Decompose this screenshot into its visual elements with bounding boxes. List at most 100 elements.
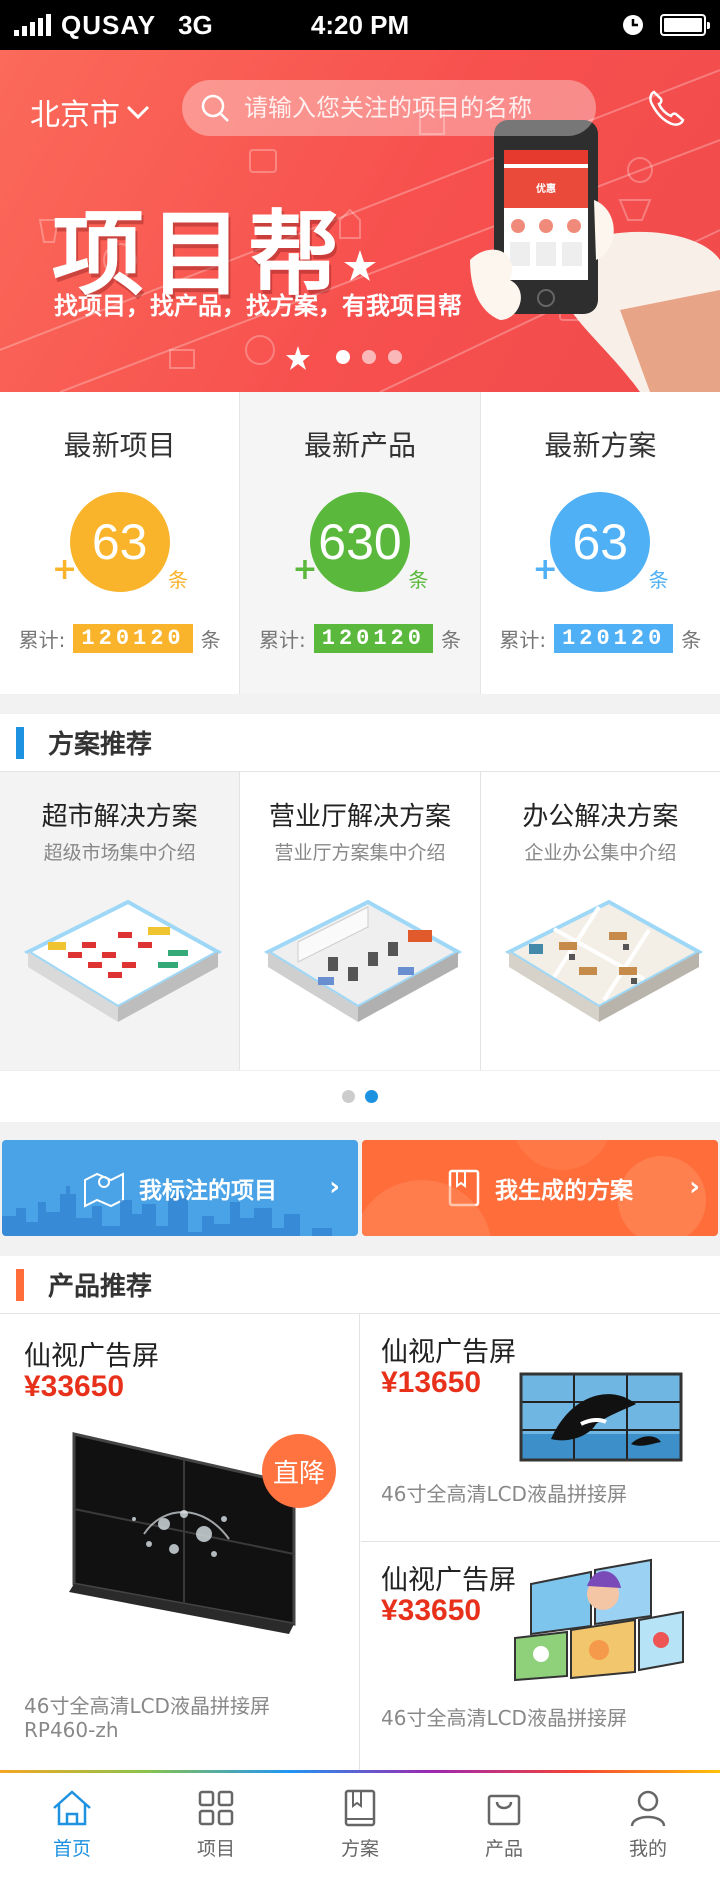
product-desc: 46寸全高清LCD液晶拼接屏 xyxy=(381,1706,627,1730)
tab-profile[interactable]: 我的 xyxy=(576,1770,720,1878)
solution-card-business-hall[interactable]: 营业厅解决方案 营业厅方案集中介绍 xyxy=(240,772,481,1070)
solutions-page-dot[interactable] xyxy=(342,1090,355,1103)
products-grid: 仙视广告屏 ¥33650 直降 46寸全高清LCD液晶拼接屏 RP460-zh … xyxy=(0,1314,720,1770)
supermarket-floorplan-image xyxy=(23,899,222,1022)
plus-icon: + xyxy=(52,552,78,587)
plus-icon: + xyxy=(292,552,318,587)
stat-unit: 条 xyxy=(408,568,429,592)
product-desc: 46寸全高清LCD液晶拼接屏 xyxy=(381,1482,627,1506)
city-selector[interactable]: 北京市 xyxy=(30,90,150,134)
action-label: 我生成的方案 xyxy=(495,1178,633,1204)
product-card[interactable]: 仙视广告屏 ¥33650 46寸全高清LCD液晶拼接屏 xyxy=(361,1542,720,1770)
stat-total-label: 累计: xyxy=(259,628,306,652)
signal-strength-icon xyxy=(14,14,51,36)
product-card[interactable]: 仙视广告屏 ¥13650 46寸全高清LCD液晶拼接屏 xyxy=(361,1314,720,1542)
stat-total-unit: 条 xyxy=(681,628,702,652)
stat-count-circle: 630 xyxy=(309,492,410,592)
product-name: 仙视广告屏 xyxy=(24,1341,159,1372)
solution-title: 营业厅解决方案 xyxy=(268,802,451,832)
section-accent-bar xyxy=(16,726,24,759)
solution-title: 超市解决方案 xyxy=(41,802,198,832)
solution-card-office[interactable]: 办公解决方案 企业办公集中介绍 xyxy=(481,772,720,1070)
phone-illustration: 优惠 xyxy=(470,120,720,392)
product-name: 仙视广告屏 xyxy=(381,1337,516,1368)
banner-dot[interactable] xyxy=(362,350,376,364)
stat-total-value: 120120 xyxy=(73,624,193,653)
search-bar[interactable] xyxy=(182,80,596,136)
stat-latest-solutions[interactable]: 最新方案 63 + 条 累计: 120120 条 xyxy=(481,392,720,694)
stat-title: 最新项目 xyxy=(63,429,176,462)
stat-total-unit: 条 xyxy=(440,628,461,652)
chevron-right-icon: › xyxy=(689,1172,700,1202)
home-icon xyxy=(53,1789,91,1825)
product-price: ¥33650 xyxy=(381,1594,482,1627)
product-card-featured[interactable]: 仙视广告屏 ¥33650 直降 46寸全高清LCD液晶拼接屏 RP460-zh xyxy=(0,1314,360,1770)
grid-icon xyxy=(198,1790,234,1825)
stat-latest-products[interactable]: 最新产品 630 + 条 累计: 120120 条 xyxy=(240,392,481,694)
chevron-down-icon xyxy=(126,105,150,120)
tab-label: 方案 xyxy=(340,1837,379,1860)
stat-total: 累计: 120120 条 xyxy=(481,624,720,653)
tab-home[interactable]: 首页 xyxy=(0,1770,144,1878)
alarm-clock-icon xyxy=(623,15,643,35)
bottom-tab-bar: 首页 项目 方案 产品 我的 xyxy=(0,1770,720,1878)
product-desc: 46寸全高清LCD液晶拼接屏 xyxy=(24,1694,270,1718)
stat-latest-projects[interactable]: 最新项目 63 + 条 累计: 120120 条 xyxy=(0,392,241,694)
banner-pagination xyxy=(336,350,402,364)
svg-text:优惠: 优惠 xyxy=(536,182,556,195)
solutions-page-dot[interactable] xyxy=(365,1090,378,1103)
tab-label: 产品 xyxy=(484,1837,523,1860)
stat-total: 累计: 120120 条 xyxy=(0,624,239,653)
tab-projects[interactable]: 项目 xyxy=(144,1770,288,1878)
network-type: 3G xyxy=(178,9,213,40)
section-title: 产品推荐 xyxy=(48,1272,153,1302)
banner-subtitle: 找项目，找产品，找方案，有我项目帮 xyxy=(54,292,462,320)
section-accent-bar xyxy=(16,1268,24,1301)
solutions-pagination xyxy=(0,1070,720,1122)
tab-products[interactable]: 产品 xyxy=(432,1770,576,1878)
stat-total-value: 120120 xyxy=(554,624,674,653)
product-price: ¥33650 xyxy=(24,1370,125,1403)
solution-desc: 营业厅方案集中介绍 xyxy=(274,842,446,864)
carrier-name: QUSAY xyxy=(61,9,157,40)
stat-total-label: 累计: xyxy=(18,628,66,652)
price-drop-badge: 直降 xyxy=(262,1434,336,1508)
tab-label: 首页 xyxy=(52,1837,91,1860)
business-hall-floorplan-image xyxy=(264,899,463,1022)
phone-call-icon[interactable] xyxy=(644,86,688,130)
stats-panel: 最新项目 63 + 条 累计: 120120 条 最新产品 630 + 条 累计… xyxy=(0,392,720,694)
product-price: ¥13650 xyxy=(381,1366,482,1399)
section-title: 方案推荐 xyxy=(48,730,153,760)
stat-total-label: 累计: xyxy=(499,628,547,652)
book-icon xyxy=(344,1789,376,1826)
search-input[interactable] xyxy=(244,94,584,122)
banner-dot[interactable] xyxy=(336,350,350,364)
product-name: 仙视广告屏 xyxy=(381,1565,516,1596)
action-label: 我标注的项目 xyxy=(139,1178,277,1204)
stat-count-circle: 63 xyxy=(550,492,651,592)
my-marked-projects-button[interactable]: 我标注的项目 › xyxy=(2,1140,358,1236)
orca-video-wall-image xyxy=(519,1372,683,1462)
hero-banner[interactable]: 优惠 北京市 项目帮 找项目，找产品，找方案，有我项目帮 xyxy=(0,50,720,392)
tab-label: 我的 xyxy=(628,1837,667,1860)
stat-total-value: 120120 xyxy=(313,624,433,653)
tab-solutions[interactable]: 方案 xyxy=(288,1770,432,1878)
stat-title: 最新产品 xyxy=(303,429,416,462)
battery-icon xyxy=(660,14,710,36)
cartoon-video-wall-image xyxy=(514,1558,684,1682)
banner-dot[interactable] xyxy=(388,350,402,364)
city-label: 北京市 xyxy=(30,98,120,133)
my-generated-plans-button[interactable]: 我生成的方案 › xyxy=(362,1140,718,1236)
stat-unit: 条 xyxy=(648,568,669,592)
user-icon xyxy=(630,1790,666,1826)
solutions-carousel[interactable]: 超市解决方案 超级市场集中介绍 营业厅解决方案 营业厅方案集中介绍 办公解决方案… xyxy=(0,772,720,1070)
status-bar: QUSAY 3G 4:20 PM xyxy=(0,0,720,50)
solution-card-supermarket[interactable]: 超市解决方案 超级市场集中介绍 xyxy=(0,772,241,1070)
tab-label: 项目 xyxy=(196,1837,235,1860)
product-model: RP460-zh xyxy=(24,1718,119,1742)
chevron-right-icon: › xyxy=(329,1172,340,1202)
office-floorplan-image xyxy=(504,899,703,1022)
solution-title: 办公解决方案 xyxy=(522,802,679,832)
solutions-section-header: 方案推荐 xyxy=(0,714,720,772)
solution-desc: 企业办公集中介绍 xyxy=(524,842,677,864)
